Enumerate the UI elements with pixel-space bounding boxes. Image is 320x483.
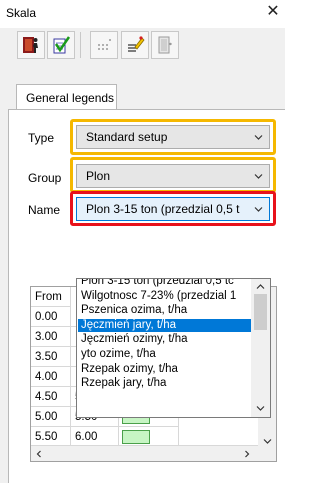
exit-button[interactable]	[17, 31, 45, 59]
color-swatch[interactable]	[122, 430, 150, 444]
door-page-icon	[158, 36, 172, 54]
scroll-left-icon[interactable]	[35, 450, 43, 458]
scroll-right-icon[interactable]	[243, 450, 251, 458]
name-select[interactable]: Plon 3-15 ton (przedzial 0,5 t	[76, 197, 270, 221]
grid-cell-from[interactable]: 3.50	[31, 347, 71, 367]
grid-cell-from[interactable]: 3.00	[31, 327, 71, 347]
checklist-icon	[53, 36, 71, 54]
grid-cell-color[interactable]	[119, 427, 179, 447]
window-title: Skala	[6, 6, 37, 20]
group-value: Plon	[86, 169, 111, 183]
grid-cell-from[interactable]: 0.00	[31, 307, 71, 327]
type-value: Standard setup	[86, 130, 168, 144]
dropdown-item[interactable]: Wilgotnosc 7-23% (przedzial 1	[78, 290, 252, 303]
edit-legend-button[interactable]	[121, 31, 149, 59]
dropdown-scroll-thumb[interactable]	[254, 294, 267, 330]
type-label: Type	[28, 131, 55, 145]
close-button[interactable]: ✕	[263, 2, 283, 22]
dropdown-item[interactable]: Rzepak jary, t/ha	[78, 377, 252, 390]
name-label: Name	[28, 203, 61, 217]
grid-horizontal-scrollbar[interactable]	[31, 445, 258, 461]
dropdown-item[interactable]: Plon 3-15 ton (przedzial 0,5 tc	[78, 279, 252, 288]
toolbar-separator	[80, 32, 81, 58]
dropdown-item[interactable]: Pszenica ozima, t/ha	[78, 304, 252, 317]
grid-header-from: From	[31, 287, 71, 307]
scroll-down-icon[interactable]	[256, 404, 265, 413]
grid-cell-from[interactable]: 5.50	[31, 427, 71, 447]
grid-cell-from[interactable]: 4.50	[31, 387, 71, 407]
grid-dots-icon	[98, 39, 111, 50]
chevron-down-icon	[254, 135, 263, 140]
edit-list-icon	[128, 36, 145, 52]
toolbar	[0, 28, 285, 64]
dropdown-item[interactable]: Jęczmień jary, t/ha	[78, 318, 252, 332]
grid-cell-from[interactable]: 4.00	[31, 367, 71, 387]
tab-label: General legends	[26, 91, 115, 105]
tab-general-legends[interactable]: General legends	[16, 84, 117, 110]
title-bar	[0, 0, 285, 28]
grid-cell-to[interactable]: 6.00	[71, 427, 119, 447]
dropdown-item[interactable]: yto ozime, t/ha	[78, 348, 252, 361]
group-select[interactable]: Plon	[76, 164, 270, 188]
group-label: Group	[28, 171, 62, 185]
name-value: Plon 3-15 ton (przedzial 0,5 t	[86, 202, 240, 216]
chevron-down-icon	[254, 174, 263, 179]
dropdown-item[interactable]: Jęczmień ozimy, t/ha	[78, 333, 252, 346]
scroll-down-icon[interactable]	[263, 437, 272, 446]
dropdown-item[interactable]: Rzepak ozimy, t/ha	[78, 363, 252, 376]
scroll-up-icon[interactable]	[256, 282, 265, 291]
type-select[interactable]: Standard setup	[76, 125, 270, 149]
chevron-down-icon	[254, 207, 263, 212]
name-dropdown-list[interactable]: Plon 3-15 ton (przedzial 0,5 tc Wilgotnos…	[76, 278, 271, 418]
door-exit-icon	[23, 37, 38, 53]
apply-button[interactable]	[47, 31, 75, 59]
grid-button[interactable]	[90, 31, 118, 59]
grid-cell-from[interactable]: 5.00	[31, 407, 71, 427]
export-button[interactable]	[151, 31, 179, 59]
